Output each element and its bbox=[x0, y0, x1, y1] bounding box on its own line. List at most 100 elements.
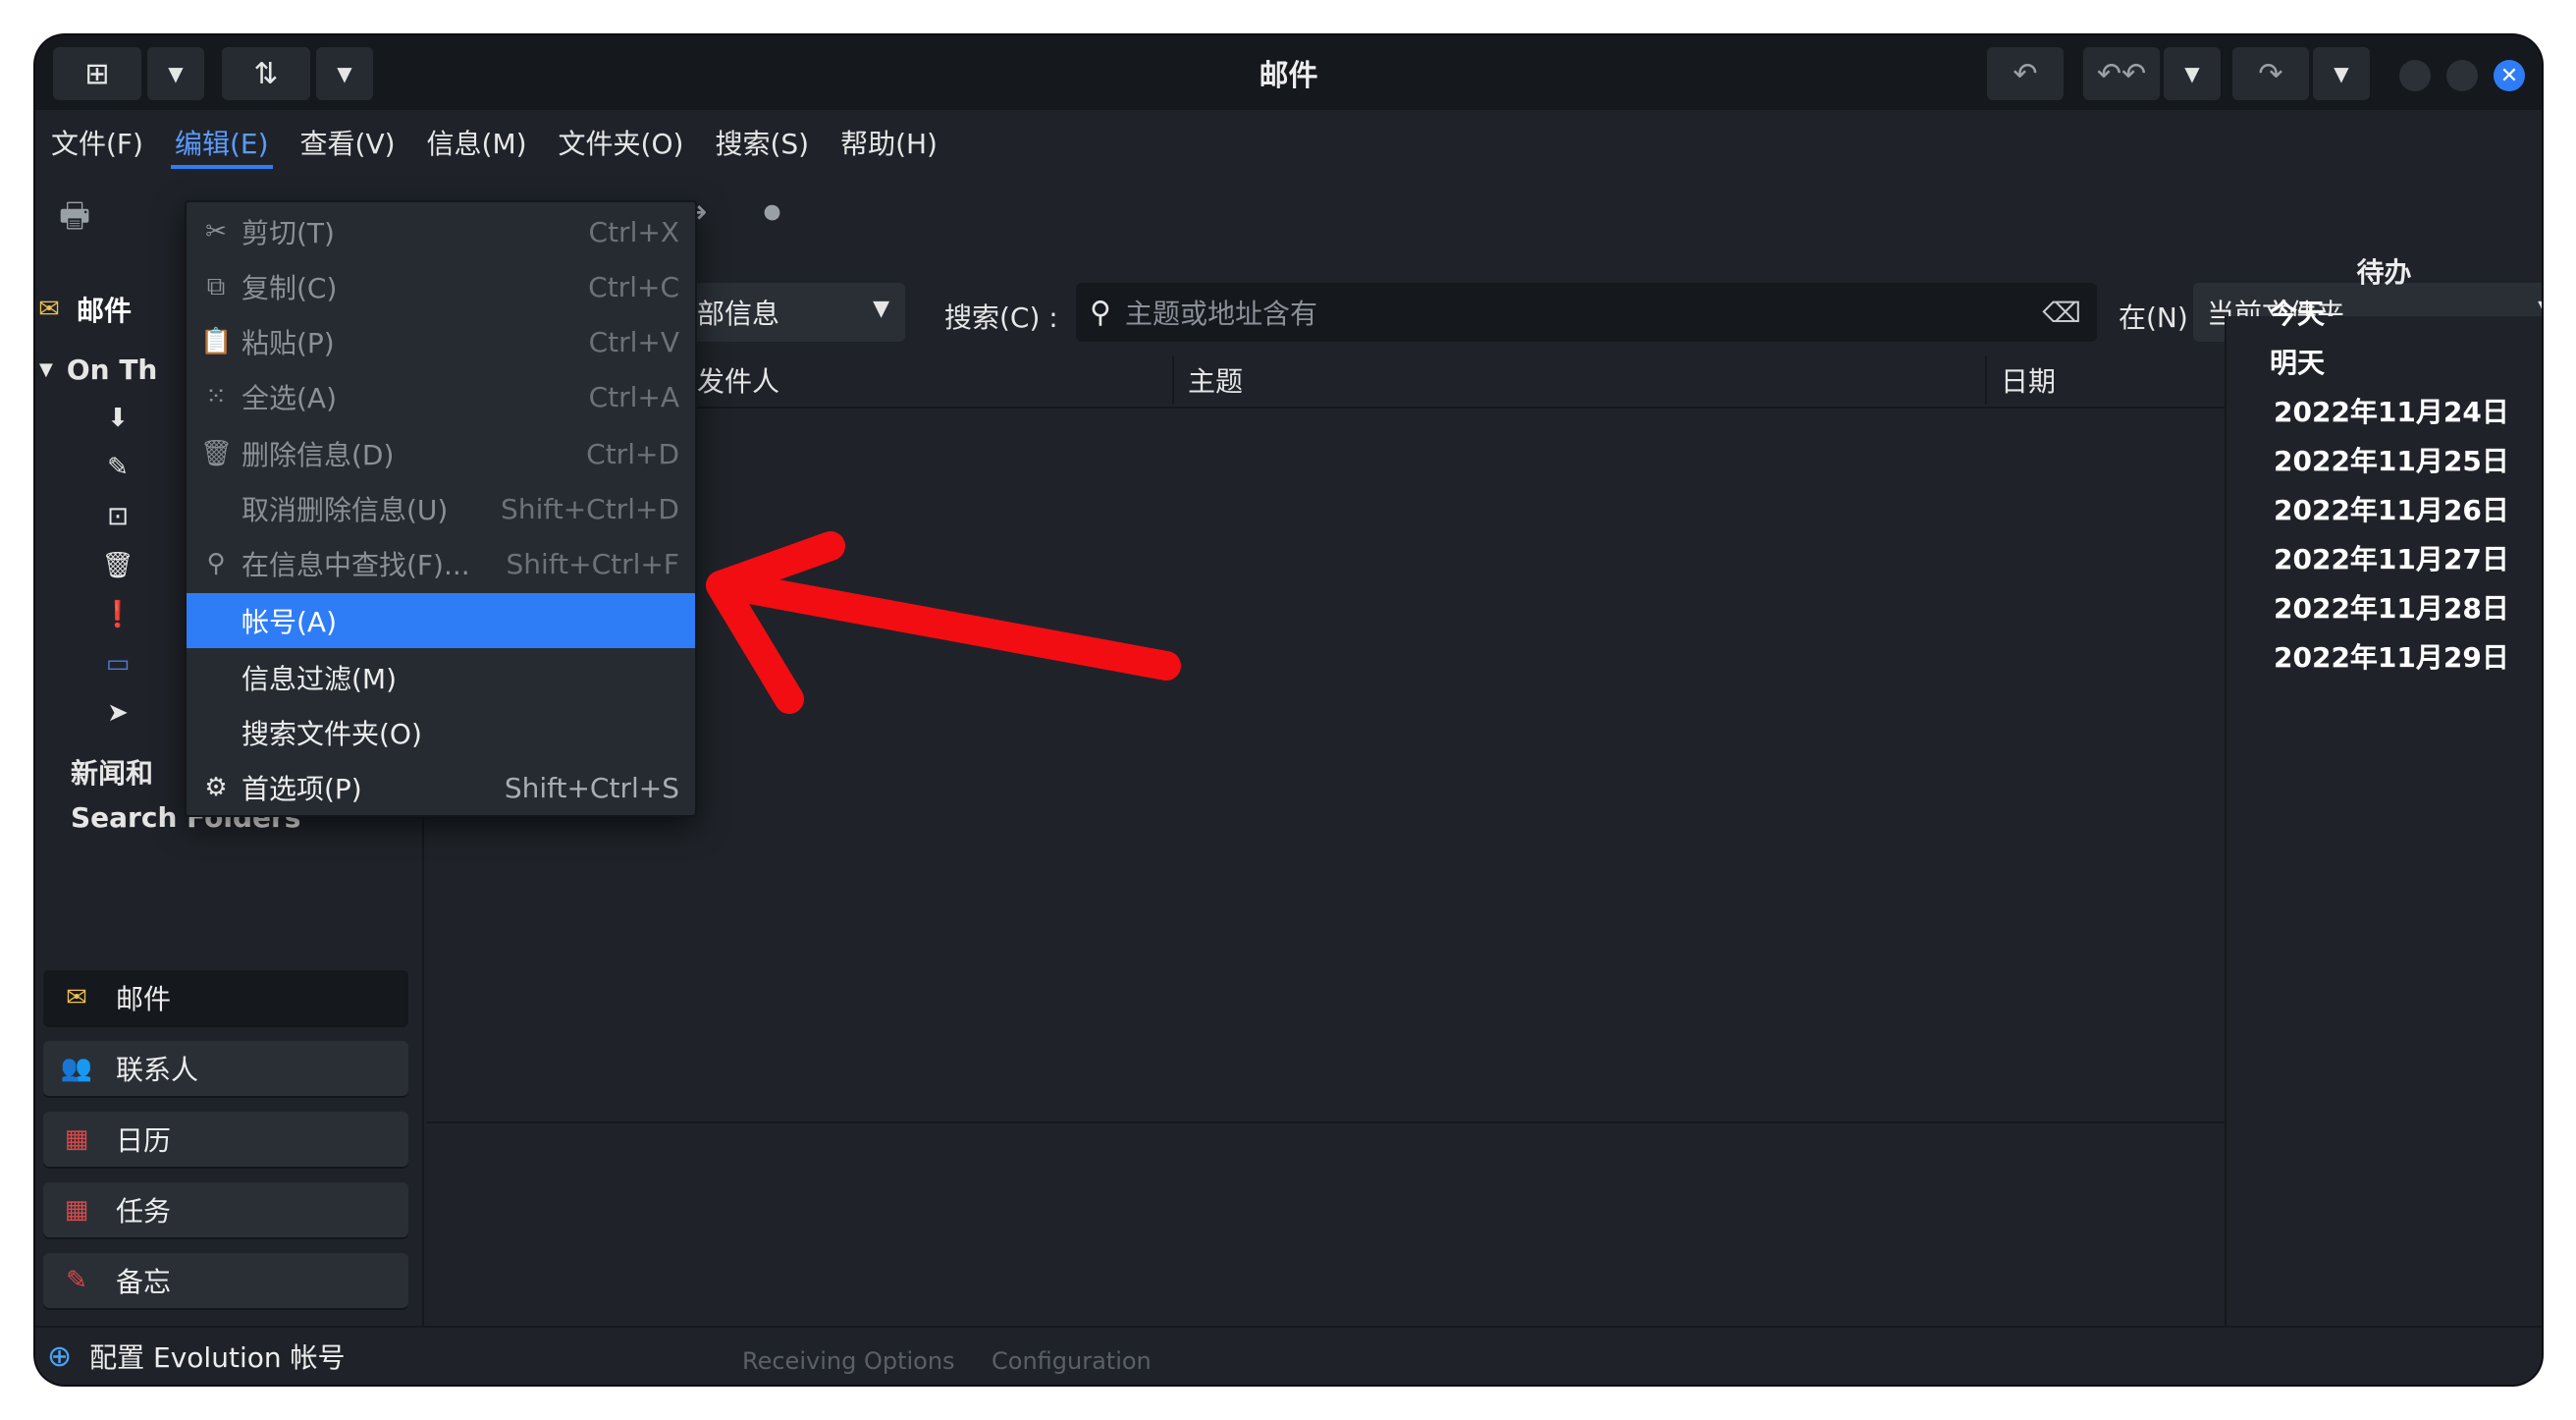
folder-outbox[interactable]: ⊡ bbox=[104, 502, 145, 531]
todo-title: 待办 bbox=[2356, 256, 2412, 289]
close-button[interactable]: ✕ bbox=[2494, 60, 2525, 91]
nav-calendar-button[interactable]: ▦ 日历 bbox=[43, 1112, 408, 1167]
chevron-down-icon: ▼ bbox=[337, 62, 352, 85]
todo-item[interactable]: 2022年11月24日 bbox=[2274, 391, 2509, 430]
trash-icon: 🗑 bbox=[200, 439, 234, 468]
account-header[interactable]: ✉ 邮件 bbox=[35, 285, 132, 334]
send-receive-button[interactable]: ⇅ bbox=[222, 47, 310, 100]
folder-sent[interactable]: ➤ bbox=[104, 698, 145, 728]
clipboard-icon: 📋 bbox=[200, 327, 233, 356]
folder-inbox[interactable]: ⬇ bbox=[104, 404, 145, 433]
status-text: 配置 Evolution 帐号 bbox=[89, 1341, 346, 1374]
maximize-button[interactable] bbox=[2446, 60, 2478, 91]
edit-delete-item[interactable]: 🗑 删除信息(D) Ctrl+D bbox=[187, 426, 695, 481]
mail-envelope-icon: ✉ bbox=[38, 295, 60, 324]
memo-icon: ✎ bbox=[66, 1266, 87, 1295]
reply-button[interactable]: ↶ bbox=[1987, 47, 2064, 100]
column-from[interactable]: 发件人 bbox=[683, 355, 1174, 405]
menu-edit[interactable]: 编辑(E) bbox=[159, 110, 285, 175]
edit-menu-dropdown: ✂ 剪切(T) Ctrl+X ⧉ 复制(C) Ctrl+C 📋 粘贴(P) Ct… bbox=[185, 200, 697, 817]
clear-input-icon[interactable]: ⌫ bbox=[2042, 297, 2081, 329]
new-dropdown-button[interactable]: ▼ bbox=[147, 47, 204, 100]
nav-contacts-button[interactable]: 👥 联系人 bbox=[43, 1041, 408, 1096]
chevron-down-icon: ▼ bbox=[2184, 62, 2200, 85]
menu-file[interactable]: 文件(F) bbox=[35, 110, 159, 175]
edit-filters-item[interactable]: 信息过滤(M) bbox=[187, 650, 695, 705]
menu-view[interactable]: 查看(V) bbox=[285, 110, 411, 175]
menu-message[interactable]: 信息(M) bbox=[411, 110, 543, 175]
column-date[interactable]: 日期 bbox=[1987, 355, 2225, 405]
todo-pane: 待办 今天 明天 2022年11月24日 2022年11月25日 2022年11… bbox=[2225, 256, 2542, 1328]
forward-button[interactable]: ↷ bbox=[2232, 47, 2309, 100]
folder-templates[interactable]: ▭ bbox=[104, 649, 145, 679]
print-icon[interactable]: 🖶 bbox=[59, 192, 90, 248]
search-label: 搜索(C) : bbox=[944, 301, 1058, 334]
reply-all-icon: ↶↶ bbox=[2096, 56, 2147, 91]
outbox-icon: ⊡ bbox=[107, 502, 129, 531]
edit-select-all-item[interactable]: ⁙ 全选(A) Ctrl+A bbox=[187, 369, 695, 424]
edit-cut-item[interactable]: ✂ 剪切(T) Ctrl+X bbox=[187, 204, 695, 259]
folder-trash[interactable]: 🗑 bbox=[101, 551, 145, 580]
stop-icon[interactable]: ⏺ bbox=[764, 192, 780, 232]
ghost-tab-label: Receiving Options bbox=[742, 1347, 955, 1375]
tree-news[interactable]: 新闻和 bbox=[71, 752, 153, 792]
edit-preferences-item[interactable]: ⚙ 首选项(P) Shift+Ctrl+S bbox=[187, 760, 695, 815]
nav-tasks-button[interactable]: ▦ 任务 bbox=[43, 1182, 408, 1237]
contacts-icon: 👥 bbox=[60, 1054, 93, 1083]
minimize-button[interactable] bbox=[2399, 60, 2431, 91]
edit-undelete-item[interactable]: 取消删除信息(U) Shift+Ctrl+D bbox=[187, 481, 695, 536]
edit-search-folders-item[interactable]: 搜索文件夹(O) bbox=[187, 705, 695, 760]
new-message-button[interactable]: ⊞ bbox=[53, 47, 141, 100]
chevron-down-icon: ▼ bbox=[2334, 62, 2349, 85]
search-input[interactable]: ⚲ 主题或地址含有 ⌫ bbox=[1076, 283, 2097, 342]
todo-item[interactable]: 2022年11月27日 bbox=[2274, 538, 2509, 577]
reply-icon: ↶ bbox=[2012, 56, 2038, 91]
folder-junk[interactable]: ❗ bbox=[101, 600, 145, 629]
show-filter-combo[interactable]: 部信息 ▼ bbox=[683, 283, 905, 342]
title-bar: ⊞ ▼ ⇅ ▼ 邮件 ↶ ↶↶ ▼ ↷ ▼ ✕ bbox=[35, 35, 2542, 110]
send-receive-dropdown-button[interactable]: ▼ bbox=[316, 47, 373, 100]
globe-icon: ⊕ bbox=[47, 1338, 73, 1374]
edit-accounts-item[interactable]: 帐号(A) bbox=[187, 593, 695, 648]
warning-icon: ❗ bbox=[101, 600, 134, 629]
folder-drafts[interactable]: ✎ bbox=[104, 453, 145, 482]
inbox-icon: ⬇ bbox=[107, 404, 129, 433]
edit-copy-item[interactable]: ⧉ 复制(C) Ctrl+C bbox=[187, 259, 695, 314]
mail-envelope-icon: ✉ bbox=[66, 983, 87, 1012]
menu-bar: 文件(F) 编辑(E) 查看(V) 信息(M) 文件夹(O) 搜索(S) 帮助(… bbox=[35, 110, 2542, 175]
search-scope-label: 在(N) bbox=[2119, 301, 2188, 334]
ghost-tab-label: Configuration bbox=[992, 1347, 1152, 1375]
trash-icon: 🗑 bbox=[101, 551, 134, 580]
nav-memos-button[interactable]: ✎ 备忘 bbox=[43, 1253, 408, 1308]
todo-item[interactable]: 2022年11月28日 bbox=[2274, 587, 2509, 627]
column-subject[interactable]: 主题 bbox=[1174, 355, 1987, 405]
template-icon: ▭ bbox=[105, 649, 131, 679]
calendar-icon: ▦ bbox=[64, 1124, 89, 1154]
copy-icon: ⧉ bbox=[206, 271, 226, 301]
todo-item[interactable]: 明天 bbox=[2270, 342, 2325, 381]
scissors-icon: ✂ bbox=[205, 217, 227, 246]
nav-mail-button[interactable]: ✉ 邮件 bbox=[43, 970, 408, 1025]
forward-dropdown-button[interactable]: ▼ bbox=[2313, 47, 2370, 100]
search-icon: ⚲ bbox=[1090, 295, 1111, 330]
chevron-down-icon: ▼ bbox=[873, 297, 889, 321]
forward-icon: ↷ bbox=[2258, 56, 2283, 91]
menu-search[interactable]: 搜索(S) bbox=[699, 110, 825, 175]
close-icon: ✕ bbox=[2499, 63, 2519, 88]
todo-item[interactable]: 2022年11月29日 bbox=[2274, 636, 2509, 676]
menu-folder[interactable]: 文件夹(O) bbox=[543, 110, 700, 175]
gear-icon: ⚙ bbox=[204, 773, 228, 802]
reply-dropdown-button[interactable]: ▼ bbox=[2164, 47, 2221, 100]
todo-item[interactable]: 今天 bbox=[2270, 293, 2325, 332]
calendar-icon: ▦ bbox=[64, 1195, 89, 1225]
todo-item[interactable]: 2022年11月26日 bbox=[2274, 489, 2509, 528]
select-all-icon: ⁙ bbox=[205, 382, 227, 411]
edit-find-in-message-item[interactable]: ⚲ 在信息中查找(F)... Shift+Ctrl+F bbox=[187, 536, 695, 591]
drafts-icon: ✎ bbox=[107, 453, 129, 482]
reply-all-button[interactable]: ↶↶ bbox=[2083, 47, 2160, 100]
tree-root[interactable]: ▼ On Th bbox=[39, 354, 157, 386]
todo-item[interactable]: 2022年11月25日 bbox=[2274, 440, 2509, 479]
menu-help[interactable]: 帮助(H) bbox=[825, 110, 953, 175]
edit-paste-item[interactable]: 📋 粘贴(P) Ctrl+V bbox=[187, 314, 695, 369]
search-icon: ⚲ bbox=[206, 549, 226, 578]
